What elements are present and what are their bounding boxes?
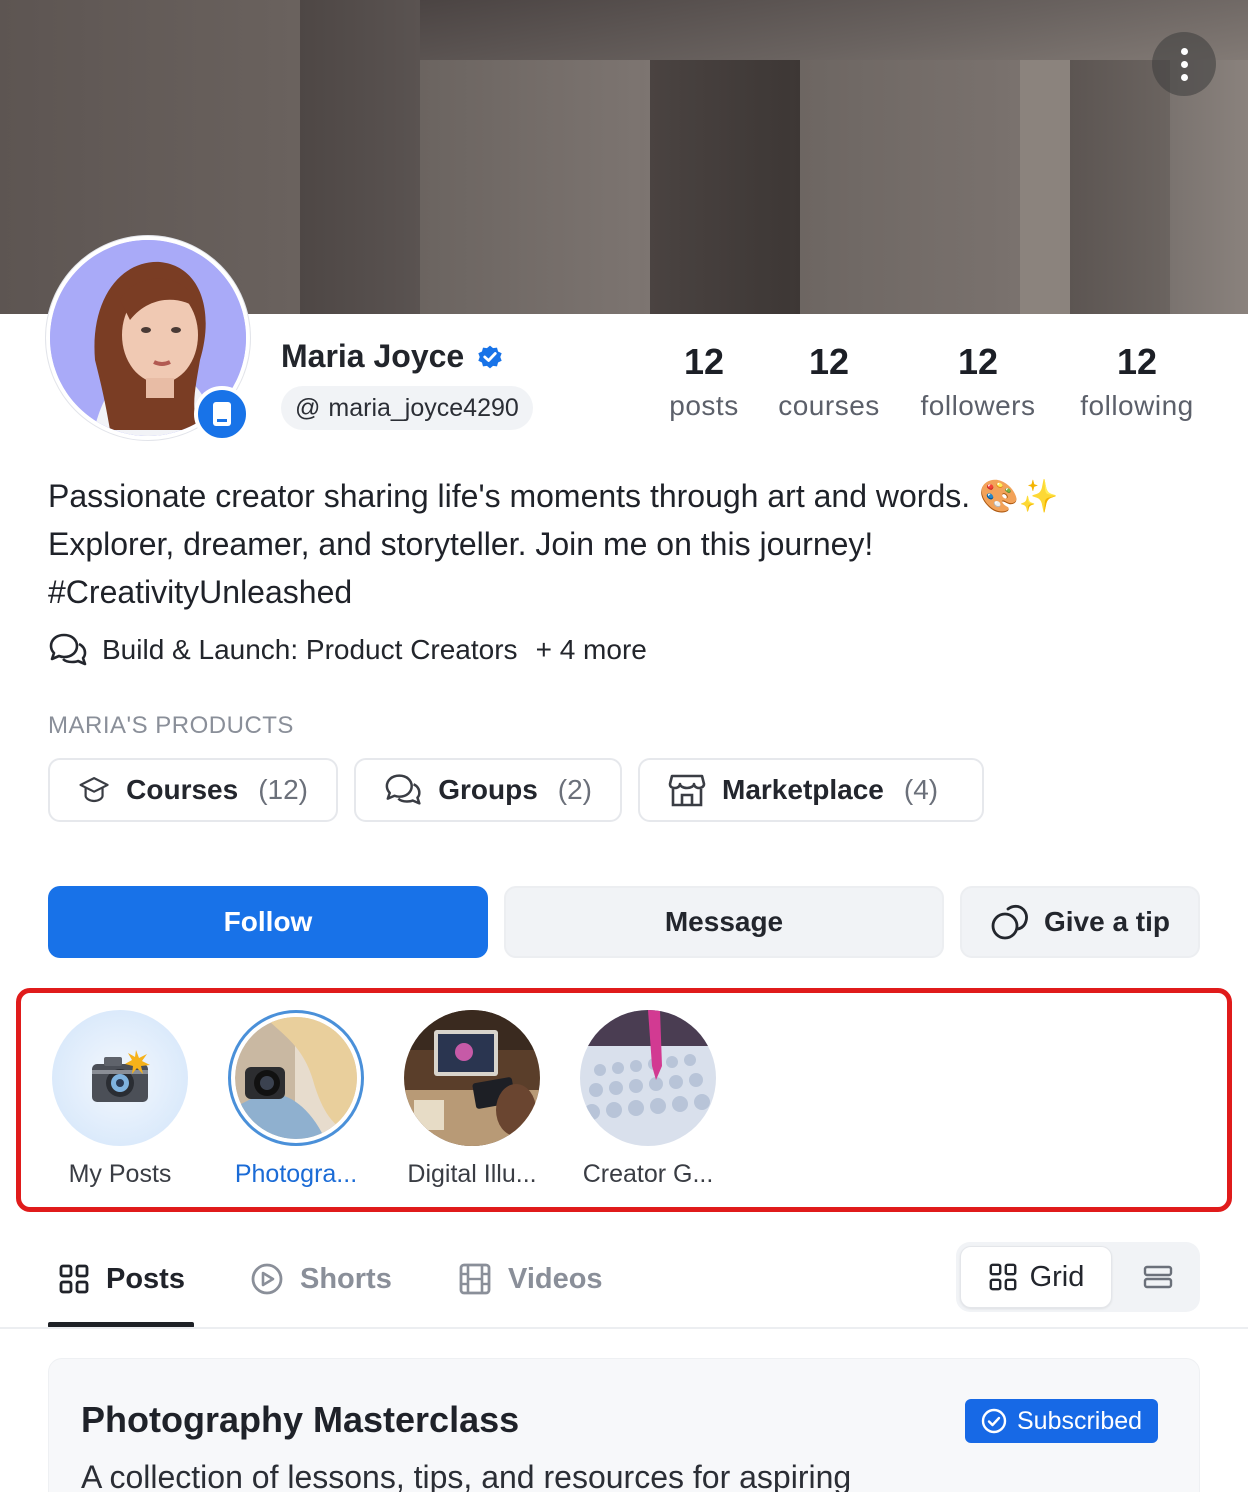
tab-label: Posts — [106, 1262, 185, 1295]
follow-button[interactable]: Follow — [48, 886, 488, 958]
grid-view-label: Grid — [1029, 1260, 1085, 1293]
play-circle-icon — [251, 1263, 283, 1295]
tab-shorts[interactable]: Shorts — [250, 1254, 392, 1304]
community-link[interactable]: Build & Launch: Product Creators + 4 mor… — [48, 628, 647, 672]
list-view-button[interactable] — [1122, 1246, 1194, 1308]
story-label: Creator G... — [582, 1160, 714, 1188]
stat-followers[interactable]: 12 followers — [908, 340, 1048, 428]
chat-bubbles-icon — [49, 633, 87, 666]
more-dot-icon — [1180, 47, 1188, 55]
divider — [0, 1327, 1248, 1329]
grid-icon — [989, 1263, 1016, 1291]
story-thumbnail — [228, 1010, 364, 1146]
story-thumbnail — [580, 1010, 716, 1146]
camera-flash-icon — [92, 1050, 150, 1102]
storefront-icon — [668, 774, 706, 807]
story-digital-illustration[interactable]: Digital Illu... — [382, 1010, 562, 1189]
tab-label: Shorts — [300, 1262, 392, 1295]
story-thumbnail — [404, 1010, 540, 1146]
stat-posts[interactable]: 12 posts — [654, 340, 754, 428]
give-tip-button[interactable]: Give a tip — [960, 886, 1200, 958]
subscribed-badge: Subscribed — [965, 1399, 1159, 1443]
story-creator-g[interactable]: Creator G... — [558, 1010, 738, 1189]
story-photography[interactable]: Photogra... — [206, 1010, 386, 1189]
view-toggle: Grid — [956, 1242, 1200, 1312]
chat-bubbles-icon — [385, 774, 421, 805]
more-options-button[interactable] — [1152, 32, 1216, 96]
product-marketplace-button[interactable]: Marketplace (4) — [638, 758, 984, 822]
card-description: A collection of lessons, tips, and resou… — [81, 1459, 852, 1492]
more-dot-icon — [1180, 60, 1188, 68]
grid-icon — [59, 1264, 89, 1294]
products-heading: MARIA'S PRODUCTS — [48, 712, 294, 739]
tab-label: Videos — [508, 1262, 603, 1295]
grid-view-button[interactable]: Grid — [960, 1246, 1112, 1308]
film-icon — [459, 1263, 491, 1295]
check-circle-icon — [981, 1408, 1007, 1434]
tab-posts[interactable]: Posts — [58, 1254, 185, 1304]
badge-label: Subscribed — [1017, 1406, 1143, 1435]
story-label: My Posts — [68, 1160, 172, 1188]
story-my-posts[interactable]: My Posts — [30, 1010, 210, 1189]
story-label: Digital Illu... — [407, 1160, 537, 1188]
give-tip-label: Give a tip — [1043, 906, 1171, 937]
more-dot-icon — [1180, 73, 1188, 81]
coins-icon — [991, 904, 1028, 940]
list-icon — [1143, 1265, 1173, 1289]
card-title: Photography Masterclass — [81, 1399, 520, 1440]
message-button[interactable]: Message — [504, 886, 944, 958]
stat-courses[interactable]: 12 courses — [768, 340, 890, 428]
community-title[interactable]: Build & Launch: Product Creators — [102, 634, 518, 666]
course-card[interactable]: Photography Masterclass Subscribed A col… — [48, 1358, 1200, 1492]
product-courses-button[interactable]: Courses (12) — [48, 758, 338, 822]
community-more[interactable]: + 4 more — [536, 634, 647, 666]
stat-following[interactable]: 12 following — [1064, 340, 1210, 428]
tab-videos[interactable]: Videos — [458, 1254, 603, 1304]
profile-stats: 12 posts 12 courses 12 followers 12 foll… — [0, 340, 1248, 440]
profile-bio: Passionate creator sharing life's moment… — [48, 478, 1059, 610]
product-groups-button[interactable]: Groups (2) — [354, 758, 622, 822]
story-label: Photogra... — [234, 1160, 358, 1188]
story-thumbnail — [52, 1010, 188, 1146]
graduation-cap-icon — [79, 777, 109, 803]
